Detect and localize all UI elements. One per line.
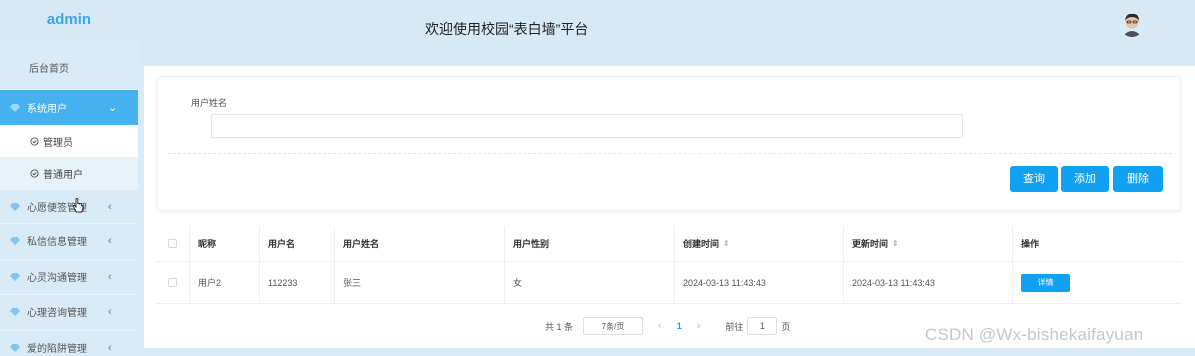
- diamond-icon: [10, 343, 20, 352]
- divider: [168, 153, 1172, 154]
- sidebar-item-label: 心灵沟通管理: [27, 273, 87, 284]
- select-all-checkbox[interactable]: [168, 239, 177, 248]
- hand-cursor-icon: [72, 198, 84, 213]
- goto-label: 前往: [725, 321, 744, 332]
- sidebar-item-label: 爱的陷阱管理: [27, 344, 87, 355]
- sidebar-item-wish-notes[interactable]: 心愿便签管理 ‹: [0, 189, 138, 223]
- detail-button[interactable]: 详情: [1021, 273, 1070, 292]
- sidebar-item-home[interactable]: 后台首页: [0, 50, 138, 84]
- sidebar-subitem-users[interactable]: 普通用户: [0, 157, 138, 189]
- sidebar-item-label: 系统用户: [27, 104, 67, 115]
- avatar-icon: [1120, 11, 1144, 37]
- sidebar-item-label: 心理咨询管理: [27, 308, 87, 319]
- check-circle-icon: [30, 168, 39, 178]
- sidebar-item-private-messages[interactable]: 私信信息管理 ‹: [0, 223, 138, 257]
- diamond-icon: [10, 202, 20, 211]
- column-header: 操作: [1021, 239, 1040, 249]
- sidebar-subitem-label: 管理员: [43, 137, 73, 149]
- pagination-total: 共 1 条: [545, 321, 574, 332]
- diamond-icon: [10, 272, 20, 281]
- avatar[interactable]: [1120, 11, 1144, 37]
- sidebar-item-system-users[interactable]: 系统用户 ⌄: [0, 89, 138, 125]
- chevron-down-icon: ⌄: [108, 102, 118, 114]
- query-button[interactable]: 查询: [1010, 166, 1058, 192]
- watermark: CSDN @Wx-bishekaifayuan: [925, 325, 1144, 344]
- column-header-label: 创建时间: [683, 239, 720, 249]
- page-suffix: 页: [781, 321, 791, 332]
- sidebar-subitem-label: 普通用户: [43, 169, 83, 181]
- sidebar-item-label: 心愿便签管理: [27, 203, 87, 214]
- table-header-row: 昵称 用户名 用户姓名 用户性别 创建时间 ⇕ 更新时间 ⇕ 操作: [156, 226, 1182, 262]
- page-size-select[interactable]: 7条/页: [583, 317, 644, 335]
- main-content: 用户姓名 查询 添加 删除 昵称 用户名 用户姓名 用户性别 创建时间 ⇕ 更新时…: [144, 66, 1195, 348]
- check-circle-icon: [30, 136, 39, 146]
- page-title: 欢迎使用校园“表白墙”平台: [425, 21, 589, 37]
- column-header-sortable[interactable]: 更新时间 ⇕: [844, 226, 1013, 261]
- chevron-left-icon: ‹: [108, 305, 112, 318]
- sidebar-item-heart-talk[interactable]: 心灵沟通管理 ‹: [0, 259, 138, 293]
- search-panel: 用户姓名 查询 添加 删除: [157, 76, 1181, 211]
- username-search-input[interactable]: [211, 114, 963, 138]
- sidebar-item-love-trap[interactable]: 爱的陷阱管理 ‹: [0, 330, 138, 356]
- prev-page-icon[interactable]: ‹: [658, 320, 662, 332]
- sidebar-item-counseling[interactable]: 心理咨询管理 ‹: [0, 294, 138, 328]
- chevron-left-icon: ‹: [108, 341, 112, 354]
- diamond-icon: [10, 103, 20, 112]
- row-select-cell: [156, 262, 190, 303]
- chevron-left-icon: ‹: [108, 234, 112, 247]
- column-header: 用户性别: [505, 226, 675, 261]
- column-header: 用户名: [260, 226, 335, 261]
- cell-gender: 女: [505, 262, 675, 303]
- cell-actions: 详情: [1013, 262, 1182, 303]
- column-header-sortable[interactable]: 创建时间 ⇕: [675, 226, 844, 261]
- column-header-label: 更新时间: [852, 239, 889, 249]
- username-field-label: 用户姓名: [191, 98, 228, 108]
- next-page-icon[interactable]: ›: [697, 320, 701, 332]
- sidebar: 后台首页 系统用户 ⌄ 管理员 普通用户 心愿便签管理 ‹ 私信信息管理 ‹ 心…: [0, 40, 138, 356]
- delete-button[interactable]: 删除: [1113, 166, 1163, 192]
- sidebar-item-label: 私信信息管理: [27, 237, 87, 248]
- column-header: 昵称: [190, 226, 260, 261]
- add-button[interactable]: 添加: [1061, 166, 1109, 192]
- pagination: 共 1 条 7条/页 ‹ 1 › 前往 1 页: [545, 317, 790, 335]
- brand-logo[interactable]: admin: [0, 0, 138, 40]
- select-all-cell: [156, 226, 190, 261]
- sidebar-subitem-admin[interactable]: 管理员: [0, 125, 138, 157]
- chevron-left-icon: ‹: [108, 200, 112, 213]
- cell-updated: 2024-03-13 11:43:43: [844, 262, 1013, 303]
- diamond-icon: [10, 236, 20, 245]
- sort-icon[interactable]: ⇕: [892, 239, 899, 248]
- top-header: admin 欢迎使用校园“表白墙”平台: [0, 0, 1195, 64]
- cell-nickname: 用户2: [190, 262, 260, 303]
- page-number-current[interactable]: 1: [677, 321, 682, 331]
- diamond-icon: [10, 307, 20, 316]
- cell-username: 112233: [260, 262, 335, 303]
- sort-icon[interactable]: ⇕: [723, 239, 730, 248]
- column-header: 用户姓名: [335, 226, 505, 261]
- sidebar-item-label: 后台首页: [29, 63, 69, 75]
- row-checkbox[interactable]: [168, 278, 177, 287]
- cell-created: 2024-03-13 11:43:43: [675, 262, 844, 303]
- chevron-left-icon: ‹: [108, 270, 112, 283]
- table-row: 用户2 112233 张三 女 2024-03-13 11:43:43 2024…: [156, 262, 1182, 304]
- goto-page-input[interactable]: 1: [747, 317, 778, 335]
- cell-realname: 张三: [335, 262, 505, 303]
